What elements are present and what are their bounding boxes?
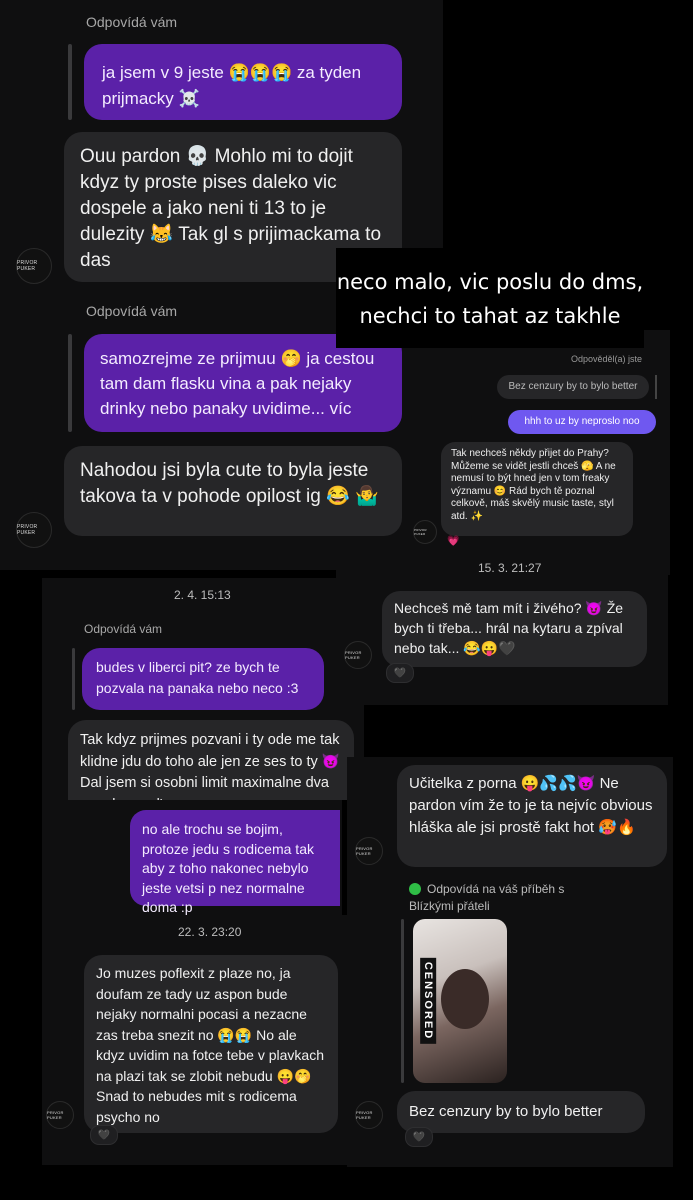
sender-avatar[interactable]: PRIVOR PUKER [413, 520, 437, 544]
quoted-message-bubble[interactable]: budes v liberci pit? ze bych te pozvala … [82, 648, 324, 710]
sender-avatar[interactable]: PRIVOR PUKER [46, 1101, 74, 1129]
sender-avatar[interactable]: PRIVOR PUKER [355, 1101, 383, 1129]
sender-avatar[interactable]: PRIVOR PUKER [16, 512, 52, 548]
middle-left-screenshot: 2. 4. 15:13 Odpovídá vám budes v liberci… [42, 578, 364, 800]
avatar-text: PRIVOR PUKER [414, 528, 427, 536]
top-right-screenshot: Odpověděl(a) jste Bez cenzury by to bylo… [405, 330, 670, 575]
reply-bar [68, 44, 72, 120]
avatar-text: PRIVOR PUKER [17, 260, 38, 272]
quoted-message-bubble[interactable]: ja jsem v 9 jeste 😭😭😭 za tyden prijmacky… [84, 44, 402, 120]
message-bubble[interactable]: Tak kdyz prijmes pozvani i ty ode me tak… [68, 720, 354, 800]
quoted-message-text: ja jsem v 9 jeste 😭😭😭 za tyden prijmacky… [102, 63, 362, 108]
sent-message-bubble[interactable]: no ale trochu se bojim, protoze jedu s r… [130, 810, 340, 915]
right-lower-screenshot: Učitelka z porna 😛💦💦😈 Ne pardon vím že t… [347, 757, 673, 1167]
quoted-message-text: Bez cenzury by to bylo better [508, 381, 638, 392]
story-reply-icon [409, 883, 421, 895]
reaction-icon: 🖤 [393, 667, 407, 679]
message-bubble[interactable]: Nahodou jsi byla cute to byla jeste tako… [64, 446, 402, 536]
heart-reaction[interactable]: 🖤 [405, 1127, 433, 1147]
message-text: Tak kdyz prijmes pozvani i ty ode me tak… [80, 732, 340, 800]
timestamp: 22. 3. 23:20 [178, 925, 242, 939]
sent-message-text: no ale trochu se bojim, protoze jedu s r… [142, 821, 314, 915]
sent-message-bubble[interactable]: hhh to uz by neproslo noo [508, 410, 656, 434]
received-message-bubble[interactable]: Nechceš mě tam mít i živého? 😈 Že bych t… [382, 591, 647, 667]
heart-reaction[interactable]: 🖤 [386, 663, 414, 683]
sender-avatar[interactable]: PRIVOR PUKER [16, 248, 52, 284]
reply-label: Odpověděl(a) jste [571, 354, 643, 364]
reply-label: Odpovídá vám [86, 303, 178, 319]
avatar-text: PRIVOR PUKER [47, 1110, 64, 1120]
middle-left-lower-screenshot: no ale trochu se bojim, protoze jedu s r… [42, 800, 342, 915]
caption-line-1: neco malo, vic poslu do dms, [336, 270, 644, 294]
story-reply-label: Odpovídá na váš příběh s [427, 882, 565, 896]
reply-bar [401, 919, 404, 1083]
quoted-message-text: samozrejme ze prijmuu 🤭 ja cestou tam da… [100, 349, 375, 418]
received-message-text: Učitelka z porna 😛💦💦😈 Ne pardon vím že t… [409, 775, 653, 836]
reaction-icon: 🖤 [412, 1131, 426, 1143]
story-thumbnail[interactable]: CENSORED [413, 919, 507, 1083]
reply-bar [655, 375, 657, 399]
photo-figure [441, 969, 489, 1029]
message-text: Nahodou jsi byla cute to byla jeste tako… [80, 460, 379, 507]
sent-message-text: hhh to uz by neproslo noo [524, 416, 640, 427]
reaction-icon: 🖤 [97, 1129, 111, 1141]
avatar-text: PRIVOR PUKER [356, 1110, 373, 1120]
reply-label: Odpovídá vám [84, 622, 163, 636]
reply-bar [72, 648, 75, 710]
received-message-bubble[interactable]: Bez cenzury by to bylo better [397, 1091, 645, 1133]
middle-right-screenshot: 15. 3. 21:27 Nechceš mě tam mít i živého… [336, 555, 668, 705]
story-reply-label-2: Blízkými přáteli [409, 899, 490, 913]
timestamp: 2. 4. 15:13 [174, 588, 231, 602]
quoted-message-bubble[interactable]: Bez cenzury by to bylo better [497, 375, 649, 399]
avatar-text: PRIVOR PUKER [345, 650, 362, 660]
received-message-text: Jo muzes poflexit z plaze no, ja doufam … [96, 965, 325, 1125]
reply-bar [68, 334, 72, 432]
received-message-text: Nechceš mě tam mít i živého? 😈 Že bych t… [394, 600, 624, 656]
quoted-message-bubble[interactable]: samozrejme ze prijmuu 🤭 ja cestou tam da… [84, 334, 402, 432]
censored-label: CENSORED [420, 957, 437, 1045]
heart-reaction[interactable]: 💗 [447, 536, 459, 547]
caption-line-2: nechci to tahat az takhle [359, 304, 621, 328]
received-message-bubble[interactable]: Tak nechceš někdy přijet do Prahy? Můžem… [441, 442, 633, 536]
timestamp: 15. 3. 21:27 [478, 561, 542, 575]
story-caption: neco malo, vic poslu do dms, nechci to t… [336, 248, 644, 348]
received-message-bubble[interactable]: Jo muzes poflexit z plaze no, ja doufam … [84, 955, 338, 1133]
sender-avatar[interactable]: PRIVOR PUKER [355, 837, 383, 865]
sender-avatar[interactable]: PRIVOR PUKER [344, 641, 372, 669]
reply-label: Odpovídá vám [86, 14, 178, 30]
received-message-text: Bez cenzury by to bylo better [409, 1103, 603, 1120]
heart-reaction[interactable]: 🖤 [90, 1125, 118, 1145]
received-message-text: Tak nechceš někdy přijet do Prahy? Můžem… [451, 448, 616, 522]
received-message-bubble[interactable]: Učitelka z porna 😛💦💦😈 Ne pardon vím že t… [397, 765, 667, 867]
bottom-left-screenshot: 22. 3. 23:20 Jo muzes poflexit z plaze n… [42, 915, 347, 1165]
avatar-text: PRIVOR PUKER [17, 524, 38, 536]
quoted-message-text: budes v liberci pit? ze bych te pozvala … [96, 659, 299, 696]
avatar-text: PRIVOR PUKER [356, 846, 373, 856]
